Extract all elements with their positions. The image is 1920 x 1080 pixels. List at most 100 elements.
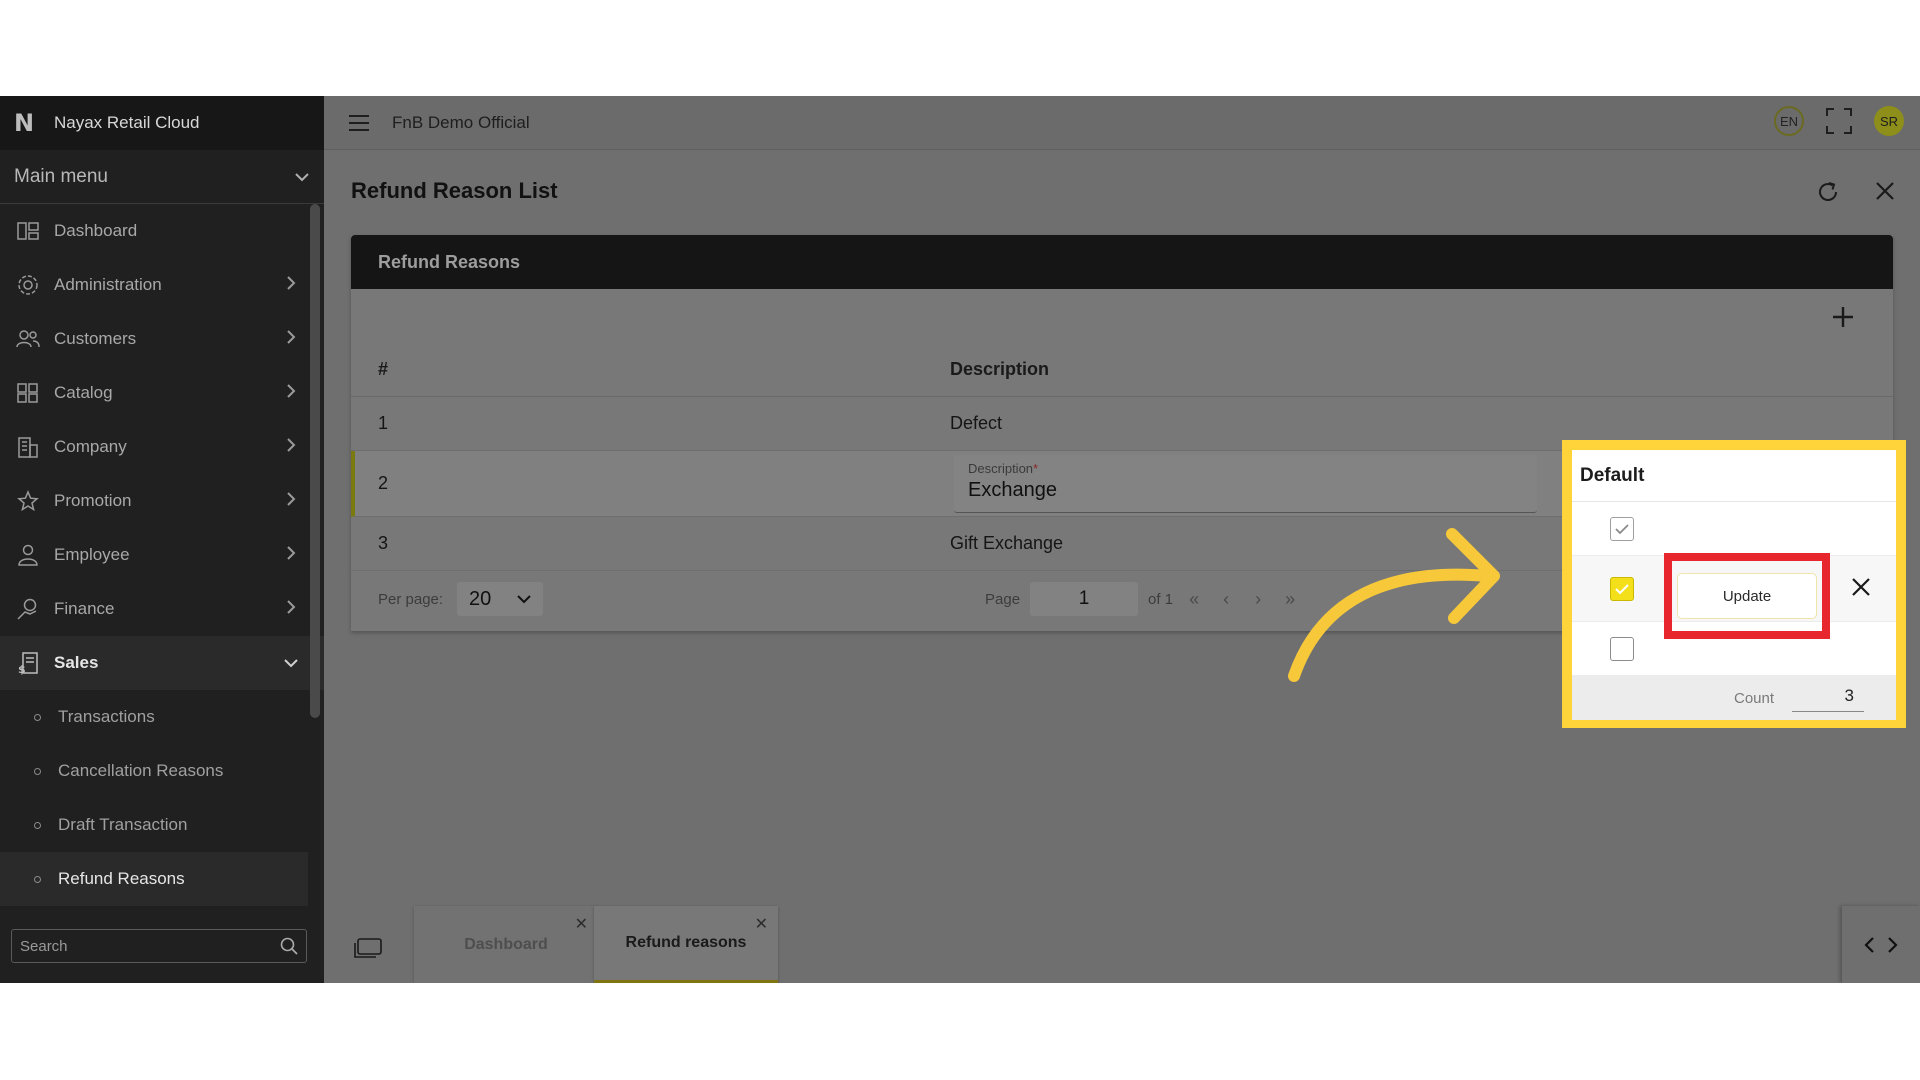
sidebar-subitem-label: Draft Transaction bbox=[58, 815, 188, 834]
sidebar-item-label: Finance bbox=[54, 599, 115, 618]
company-icon bbox=[16, 436, 40, 458]
admin-gear-icon bbox=[16, 274, 40, 296]
dashboard-icon bbox=[16, 220, 40, 242]
finance-icon bbox=[16, 598, 40, 620]
chevron-down-icon bbox=[295, 172, 309, 181]
bullet-icon bbox=[34, 713, 41, 721]
sidebar-item-company[interactable]: Company bbox=[0, 420, 324, 474]
employee-icon bbox=[16, 544, 40, 566]
description-input[interactable] bbox=[968, 478, 1523, 502]
search-icon[interactable] bbox=[280, 937, 298, 955]
fullscreen-icon[interactable] bbox=[1826, 108, 1852, 134]
chevron-left-icon[interactable] bbox=[1863, 936, 1875, 954]
pagination: Page 1 of 1 « ‹ › » bbox=[985, 582, 1301, 616]
default-cell-row-3 bbox=[1572, 622, 1896, 676]
organization-name: FnB Demo Official bbox=[392, 112, 530, 132]
sidebar-subitem-refund-reasons[interactable]: Refund Reasons bbox=[0, 852, 308, 906]
page-title: Refund Reason List bbox=[351, 178, 558, 203]
sidebar-item-label: Dashboard bbox=[54, 221, 138, 240]
sidebar-item-catalog[interactable]: Catalog bbox=[0, 366, 324, 420]
sidebar-subitem-label: Refund Reasons bbox=[58, 869, 185, 888]
bullet-icon bbox=[34, 875, 41, 883]
chevron-right-icon bbox=[284, 545, 298, 565]
chevron-right-icon bbox=[284, 275, 298, 295]
update-button[interactable]: Update bbox=[1677, 573, 1817, 619]
sidebar-item-label: Promotion bbox=[54, 491, 132, 510]
sidebar-subitem-label: Transactions bbox=[58, 707, 155, 726]
page-number-input[interactable]: 1 bbox=[1030, 582, 1139, 616]
checkmark-icon bbox=[1615, 583, 1629, 594]
add-icon[interactable] bbox=[1831, 305, 1855, 329]
tab-label: Refund reasons bbox=[625, 934, 747, 951]
default-checkbox-row-3[interactable] bbox=[1610, 636, 1634, 661]
sidebar-item-finance[interactable]: Finance bbox=[0, 582, 324, 636]
chevron-right-icon[interactable] bbox=[1887, 936, 1899, 954]
card-header: Refund Reasons bbox=[351, 235, 1893, 289]
row-number: 1 bbox=[378, 413, 389, 433]
column-header-description[interactable]: Description bbox=[950, 359, 1893, 380]
catalog-icon bbox=[16, 382, 40, 404]
sidebar-item-label: Catalog bbox=[54, 383, 113, 402]
refresh-icon[interactable] bbox=[1816, 180, 1840, 204]
card-toolbar bbox=[351, 289, 1893, 343]
nayax-logo: N bbox=[14, 109, 35, 137]
page-of-label: of 1 bbox=[1148, 590, 1174, 608]
user-avatar[interactable]: SR bbox=[1874, 106, 1904, 136]
brand-name: Nayax Retail Cloud bbox=[54, 113, 200, 132]
chevron-right-icon bbox=[284, 599, 298, 619]
sidebar-subitem-label: Cancellation Reasons bbox=[58, 761, 224, 780]
default-column-highlight: Default Update Count 3 bbox=[1562, 440, 1906, 728]
bullet-icon bbox=[34, 767, 41, 775]
close-icon[interactable]: ✕ bbox=[575, 914, 588, 934]
sidebar-item-employee[interactable]: Employee bbox=[0, 528, 324, 582]
hamburger-menu-icon[interactable] bbox=[348, 114, 370, 131]
column-header-number[interactable]: # bbox=[351, 359, 950, 380]
row-number: 3 bbox=[378, 533, 389, 553]
tab-dashboard[interactable]: Dashboard ✕ bbox=[414, 906, 598, 983]
app-window: N Nayax Retail Cloud Main menu Dashboard… bbox=[0, 96, 1920, 983]
tab-scroll-controls bbox=[1842, 906, 1920, 983]
checkmark-icon bbox=[1615, 523, 1629, 534]
default-checkbox-row-2[interactable] bbox=[1610, 576, 1634, 601]
sidebar-subitem-transactions[interactable]: Transactions bbox=[0, 690, 324, 744]
sidebar-scrollbar[interactable] bbox=[310, 204, 320, 718]
column-header-default[interactable]: Default bbox=[1572, 450, 1896, 502]
row-number: 2 bbox=[378, 473, 389, 493]
chevron-right-icon bbox=[284, 329, 298, 349]
close-icon[interactable] bbox=[1874, 180, 1896, 202]
tab-refund-reasons[interactable]: Refund reasons ✕ bbox=[594, 906, 778, 983]
close-icon[interactable]: ✕ bbox=[755, 914, 768, 934]
language-button[interactable]: EN bbox=[1774, 106, 1804, 136]
svg-text:$: $ bbox=[18, 663, 26, 675]
sidebar-item-label: Company bbox=[54, 437, 127, 456]
first-page-icon[interactable]: « bbox=[1183, 589, 1205, 610]
cancel-edit-icon[interactable] bbox=[1850, 576, 1872, 598]
default-cell-row-2: Update bbox=[1572, 553, 1896, 639]
top-bar: FnB Demo Official EN SR bbox=[324, 96, 1920, 150]
sidebar-subitem-draft-transaction[interactable]: Draft Transaction bbox=[0, 798, 324, 852]
window-tabs-icon[interactable] bbox=[354, 938, 382, 958]
sidebar-subitem-cancellation-reasons[interactable]: Cancellation Reasons bbox=[0, 744, 324, 798]
per-page-value: 20 bbox=[469, 587, 492, 610]
top-bar-actions: EN SR bbox=[1774, 106, 1904, 136]
sidebar-search bbox=[11, 929, 307, 963]
prev-page-icon[interactable]: ‹ bbox=[1215, 589, 1237, 610]
sidebar-item-dashboard[interactable]: Dashboard bbox=[0, 204, 324, 258]
star-icon bbox=[16, 490, 40, 512]
next-page-icon[interactable]: › bbox=[1247, 589, 1269, 610]
sidebar-item-administration[interactable]: Administration bbox=[0, 258, 324, 312]
per-page-select[interactable]: 20 bbox=[457, 582, 544, 616]
sidebar-item-sales[interactable]: $ Sales bbox=[0, 636, 324, 690]
sidebar-item-promotion[interactable]: Promotion bbox=[0, 474, 324, 528]
customers-icon bbox=[16, 328, 40, 350]
sidebar-item-customers[interactable]: Customers bbox=[0, 312, 324, 366]
default-checkbox-row-1[interactable] bbox=[1610, 516, 1634, 541]
main-menu-toggle[interactable]: Main menu bbox=[0, 150, 324, 204]
sidebar-search-input[interactable] bbox=[20, 937, 280, 955]
count-footer: Count 3 bbox=[1572, 676, 1896, 720]
row-description: Defect bbox=[950, 413, 1003, 433]
brand-bar: N Nayax Retail Cloud bbox=[0, 96, 324, 150]
table-header: # Description bbox=[351, 343, 1893, 397]
description-edit-field: Description* bbox=[954, 454, 1537, 513]
page-label: Page bbox=[985, 590, 1021, 608]
